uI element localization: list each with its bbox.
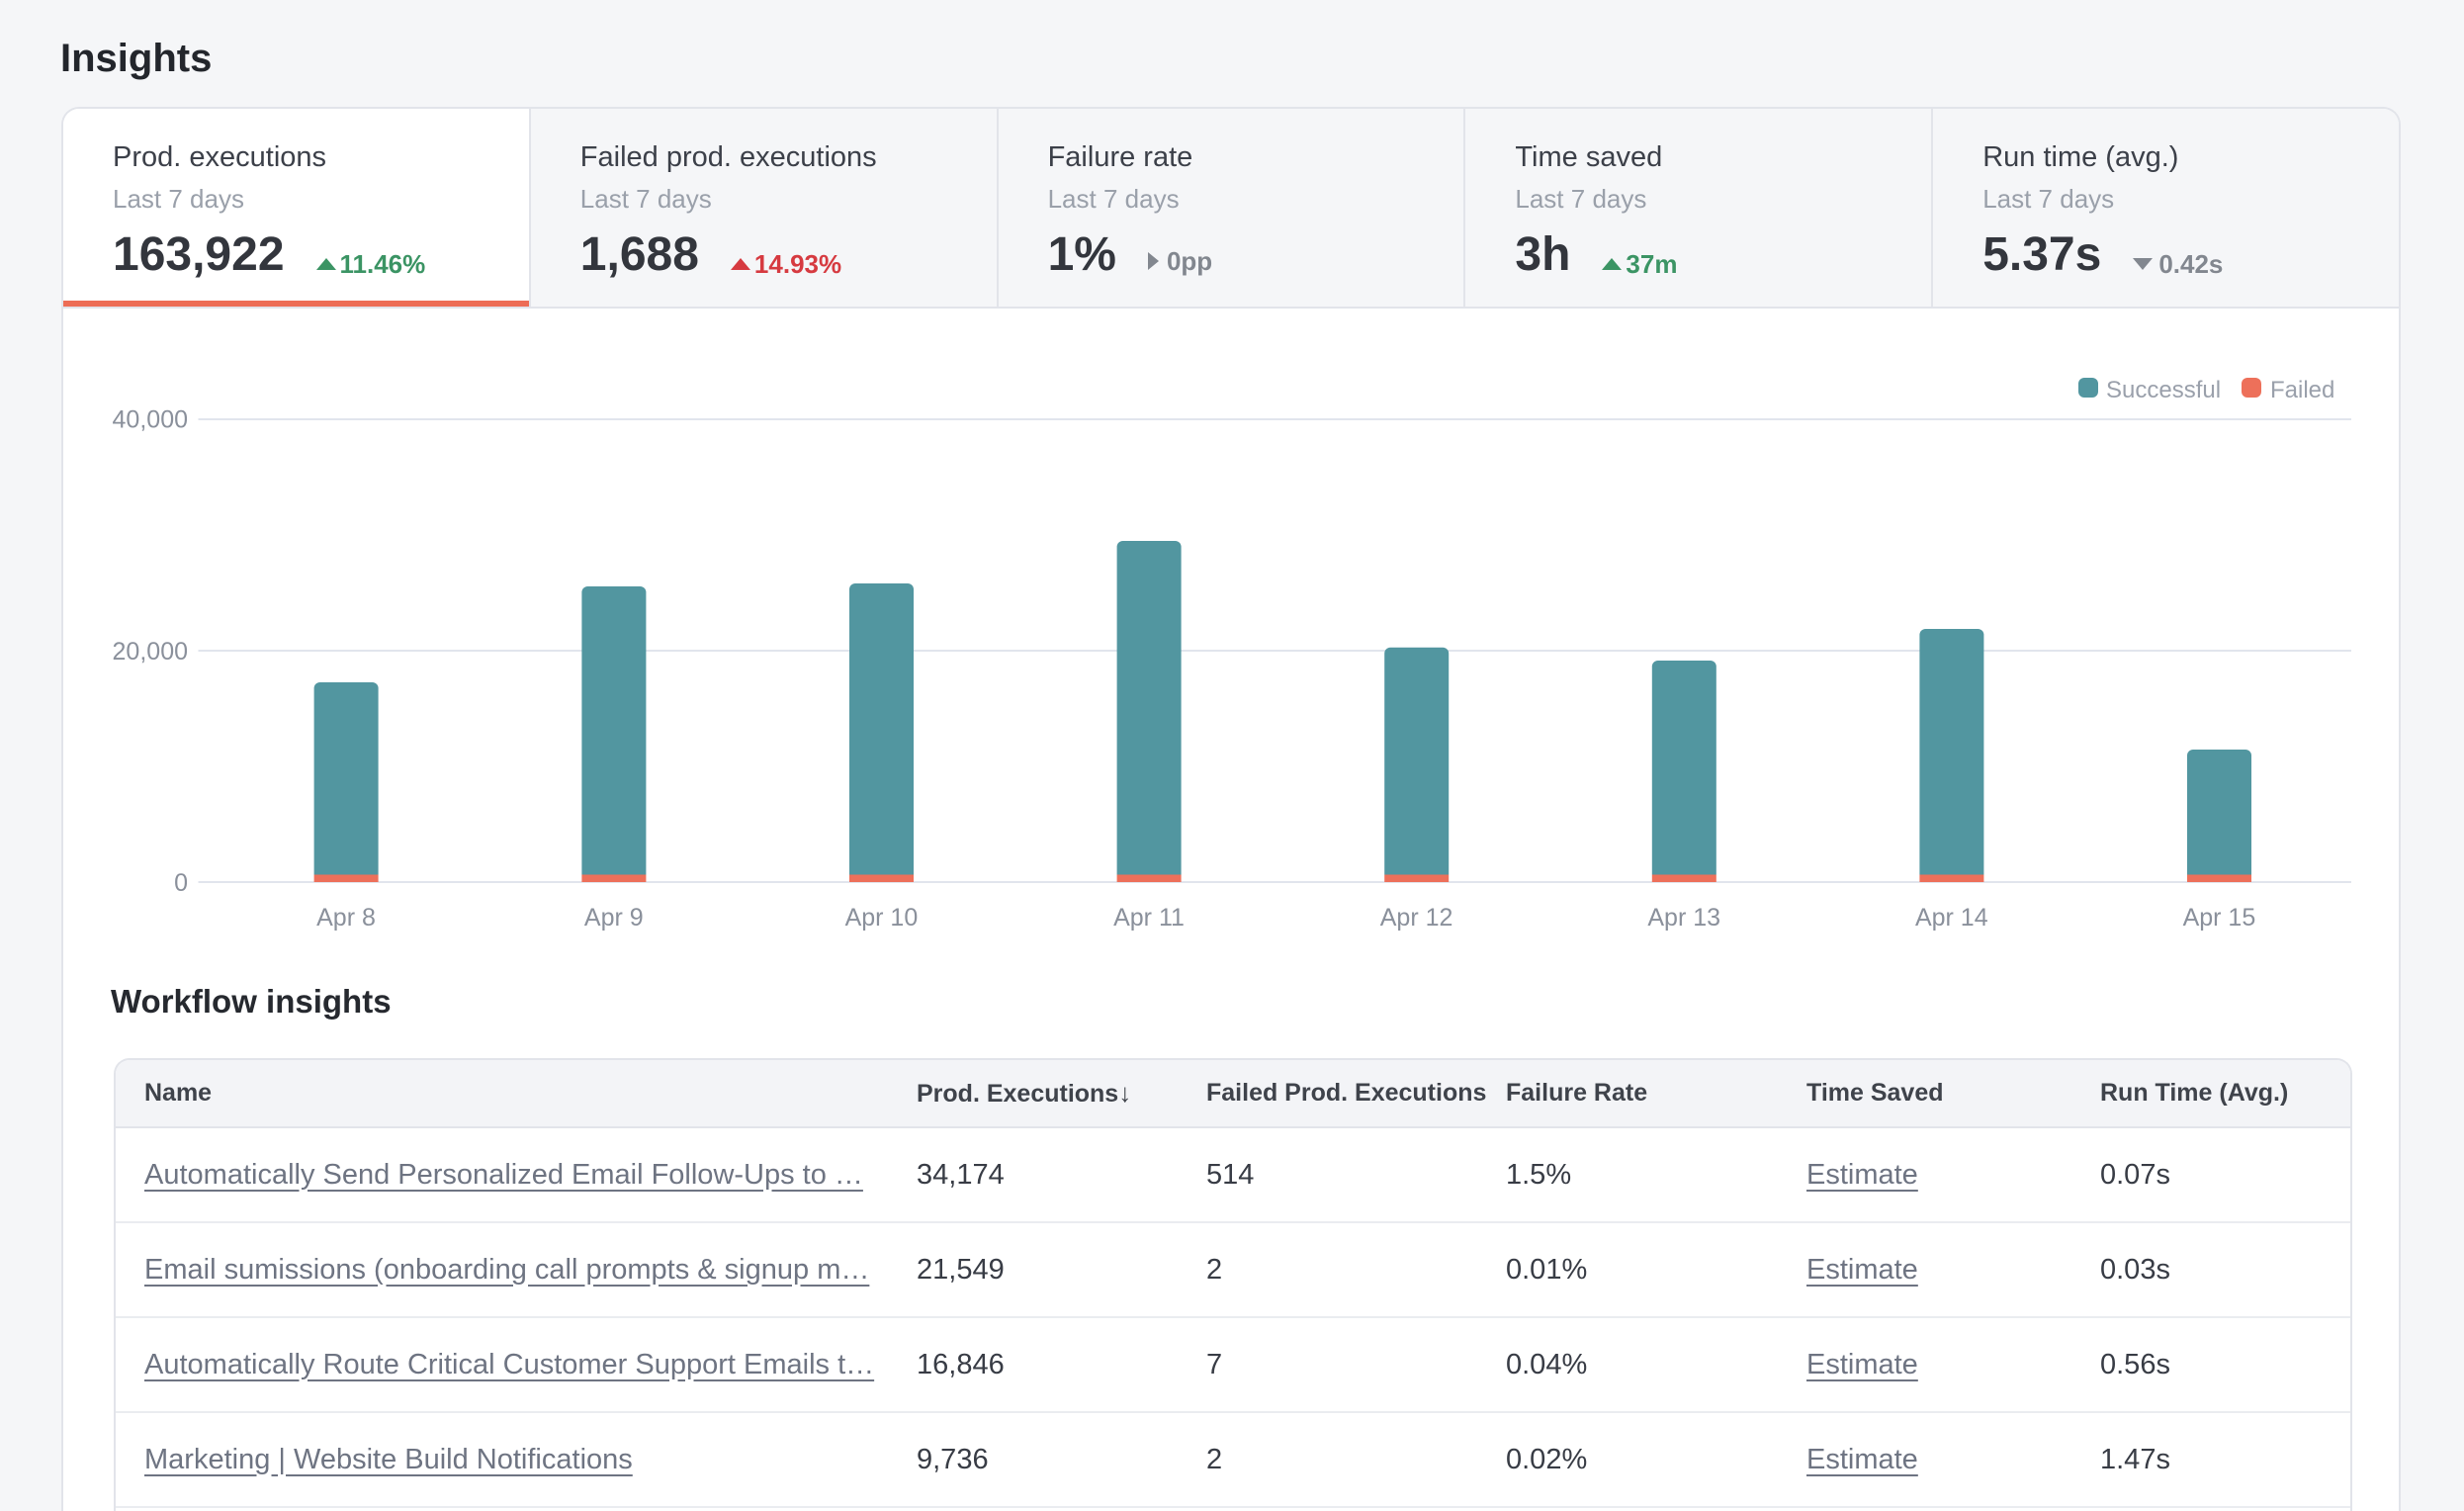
svg-text:Apr 8: Apr 8 (316, 904, 376, 932)
svg-text:Apr 15: Apr 15 (2183, 904, 2256, 932)
svg-text:Apr 12: Apr 12 (1380, 904, 1453, 932)
svg-text:Failed: Failed (2270, 377, 2334, 403)
svg-text:20,000: 20,000 (113, 638, 188, 666)
svg-text:Apr 11: Apr 11 (1113, 904, 1185, 932)
svg-text:Apr 9: Apr 9 (584, 904, 644, 932)
svg-text:Apr 13: Apr 13 (1647, 904, 1720, 932)
svg-text:Apr 10: Apr 10 (845, 904, 919, 932)
svg-text:Apr 14: Apr 14 (1915, 904, 1988, 932)
svg-text:0: 0 (174, 869, 188, 897)
svg-text:Successful: Successful (2106, 377, 2221, 403)
svg-text:40,000: 40,000 (113, 406, 188, 434)
